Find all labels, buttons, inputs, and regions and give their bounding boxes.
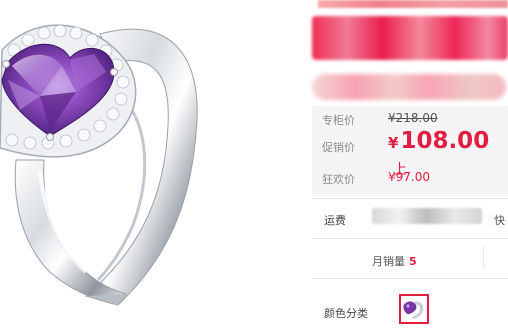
list-price-value: ¥218.00 (388, 111, 438, 125)
monthly-sales: 月销量 5 (372, 253, 417, 269)
currency-symbol: ¥ (388, 134, 399, 152)
monthly-sales-value: 5 (409, 255, 417, 268)
divider (312, 198, 508, 199)
shipping-value-blurred (372, 208, 482, 224)
product-title-blurred (312, 16, 508, 60)
sale-price-label: 狂欢价 (322, 173, 355, 186)
color-option-thumbnail[interactable] (399, 294, 429, 324)
sale-price-value: ¥97.00 (388, 170, 430, 184)
divider (312, 278, 508, 279)
divider (312, 238, 508, 239)
promo-price-label: 促销价 (322, 141, 355, 154)
ring-image (0, 0, 298, 331)
ring-thumbnail-icon (403, 301, 424, 319)
shipping-label: 运费 (324, 214, 346, 227)
color-label: 颜色分类 (324, 307, 368, 320)
price-box: 专柜价 ¥218.00 促销价 ¥108.00上 狂欢价 ¥97.00 (312, 106, 508, 196)
promo-price-value: 108.00 (400, 128, 490, 154)
shipping-tail: 快 (494, 214, 505, 227)
product-subtitle-blurred (312, 74, 506, 100)
monthly-sales-label: 月销量 (372, 255, 405, 268)
product-info-panel: 专柜价 ¥218.00 促销价 ¥108.00上 狂欢价 ¥97.00 运费 快… (298, 0, 508, 331)
list-price-label: 专柜价 (322, 114, 355, 127)
product-image (0, 0, 298, 331)
top-title-fragment (318, 0, 508, 8)
divider (483, 246, 484, 268)
